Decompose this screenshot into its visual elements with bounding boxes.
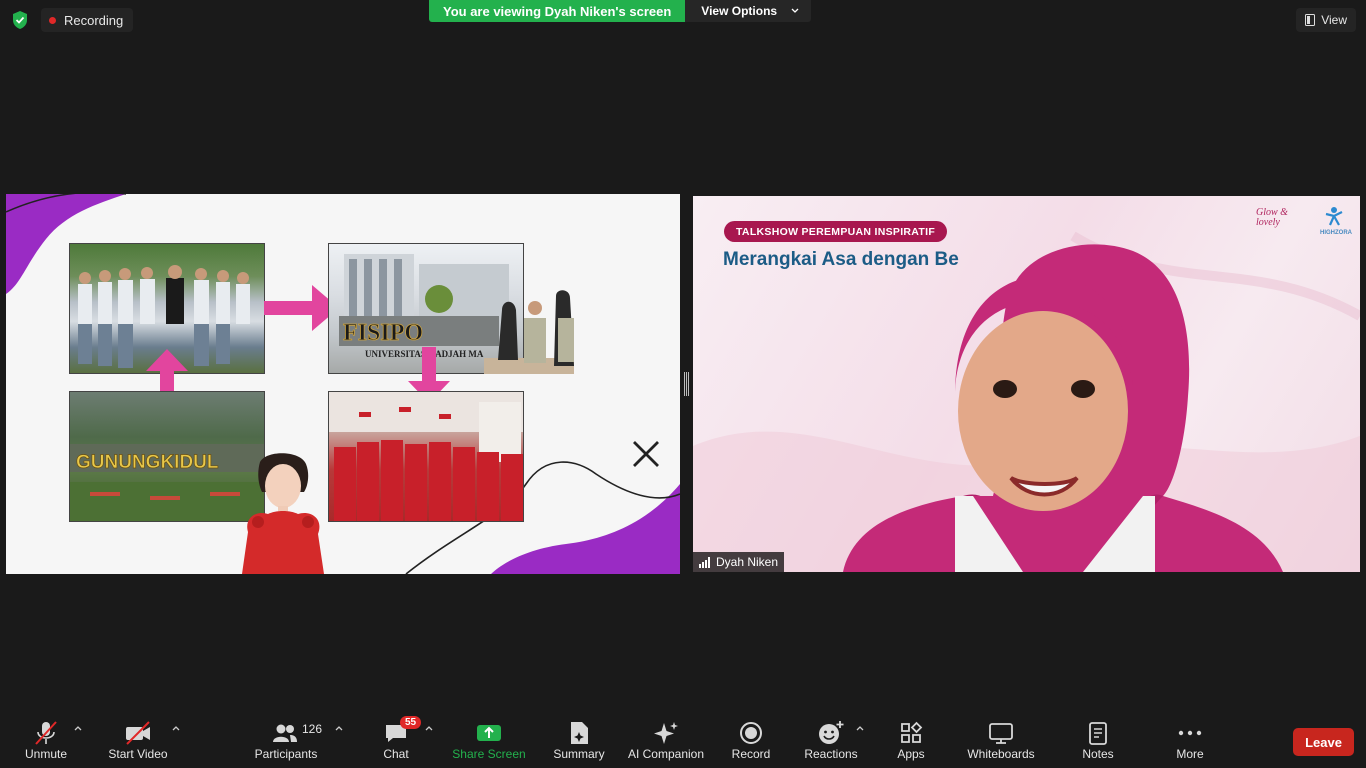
chat-label: Chat xyxy=(383,747,409,761)
start-video-label: Start Video xyxy=(108,747,168,761)
panel-resize-handle[interactable] xyxy=(684,372,690,396)
whiteboards-button[interactable]: Whiteboards xyxy=(962,711,1040,768)
summary-document-icon xyxy=(571,722,588,744)
apps-icon xyxy=(901,721,923,743)
record-label: Record xyxy=(731,747,771,761)
speaker-video[interactable]: TALKSHOW PEREMPUAN INSPIRATIF Merangkai … xyxy=(693,196,1360,572)
record-dot-icon xyxy=(49,16,56,24)
apps-button[interactable]: Apps xyxy=(890,711,932,768)
notes-label: Notes xyxy=(1082,747,1114,761)
share-screen-icon xyxy=(477,725,501,741)
chat-unread-badge: 55 xyxy=(400,716,422,729)
reactions-options-chevron-icon[interactable] xyxy=(855,723,865,733)
video-off-icon xyxy=(126,721,150,745)
viewing-screen-text: You are viewing Dyah Niken's screen xyxy=(429,0,686,22)
brand-logo-secondary: HIGHZORA xyxy=(1320,230,1352,236)
unmute-button[interactable]: Unmute xyxy=(18,711,74,768)
chat-button[interactable]: 55 Chat xyxy=(374,711,422,768)
meeting-toolbar: Unmute Start Video 126 Participants 55 C… xyxy=(0,711,1366,768)
zoom-meeting-window: Recording You are viewing Dyah Niken's s… xyxy=(0,0,1366,768)
child-photo xyxy=(228,452,328,574)
more-button[interactable]: More xyxy=(1168,711,1212,768)
presenters-illustration xyxy=(484,290,574,374)
chat-options-chevron-icon[interactable] xyxy=(424,723,434,733)
whiteboards-label: Whiteboards xyxy=(967,747,1035,761)
summary-label: Summary xyxy=(553,747,605,761)
ai-companion-label: AI Companion xyxy=(627,747,705,761)
view-options-label: View Options xyxy=(701,4,778,18)
notes-button[interactable]: Notes xyxy=(1076,711,1120,768)
record-icon xyxy=(740,722,762,744)
recording-indicator[interactable]: Recording xyxy=(41,8,134,32)
participant-name-tag: Dyah Niken xyxy=(693,552,785,572)
participant-count: 126 xyxy=(302,722,323,736)
mic-muted-icon xyxy=(35,721,57,745)
participants-options-chevron-icon[interactable] xyxy=(334,723,344,733)
reactions-button[interactable]: Reactions xyxy=(802,711,860,768)
ai-companion-button[interactable]: AI Companion xyxy=(624,711,708,768)
participants-button[interactable]: 126 Participants xyxy=(252,711,323,768)
talkshow-badge: TALKSHOW PEREMPUAN INSPIRATIF xyxy=(724,221,948,242)
ai-sparkle-icon xyxy=(654,722,678,744)
participants-label: Participants xyxy=(254,747,318,761)
share-screen-label: Share Screen xyxy=(452,747,526,761)
view-label: View xyxy=(1321,13,1347,27)
presenters-photo xyxy=(484,288,584,374)
leave-button[interactable]: Leave xyxy=(1293,728,1354,756)
screen-share-banner: You are viewing Dyah Niken's screen View… xyxy=(429,0,812,22)
reactions-emoji-icon xyxy=(819,721,844,744)
audio-options-chevron-icon[interactable] xyxy=(73,723,83,733)
view-button[interactable]: View xyxy=(1296,8,1356,32)
view-options-button[interactable]: View Options xyxy=(685,0,812,22)
apps-label: Apps xyxy=(897,747,925,761)
view-layout-icon xyxy=(1305,14,1316,26)
more-label: More xyxy=(1176,747,1204,761)
video-options-chevron-icon[interactable] xyxy=(171,723,181,733)
regency-sign-text: GUNUNGKIDUL xyxy=(76,452,219,473)
foundation-logo-icon xyxy=(1325,207,1343,226)
whiteboard-icon xyxy=(989,723,1013,744)
start-video-button[interactable]: Start Video xyxy=(105,711,171,768)
signal-strength-icon xyxy=(699,556,710,568)
participant-name: Dyah Niken xyxy=(716,555,779,569)
record-button[interactable]: Record xyxy=(726,711,776,768)
participants-icon xyxy=(273,724,297,742)
faculty-sign-text: FISIPO xyxy=(343,320,423,346)
graduation-photo xyxy=(328,391,524,522)
notes-icon xyxy=(1089,722,1107,745)
security-shield-icon[interactable] xyxy=(11,10,29,30)
brand-logo-primary: Glow & lovely xyxy=(1256,207,1288,228)
child-illustration xyxy=(242,453,324,574)
graduation-illustration xyxy=(329,392,523,521)
chevron-down-icon xyxy=(791,8,799,13)
more-dots-icon xyxy=(1178,730,1202,736)
share-screen-button[interactable]: Share Screen xyxy=(450,711,528,768)
shared-screen: FISIPO UNIVERSITAS GADJAH MA GUNUNGKIDUL xyxy=(6,194,680,574)
reactions-label: Reactions xyxy=(804,747,858,761)
unmute-label: Unmute xyxy=(24,747,68,761)
summary-button[interactable]: Summary xyxy=(548,711,610,768)
talkshow-title: Merangkai Asa dengan Be xyxy=(723,249,959,270)
recording-label: Recording xyxy=(64,12,124,28)
